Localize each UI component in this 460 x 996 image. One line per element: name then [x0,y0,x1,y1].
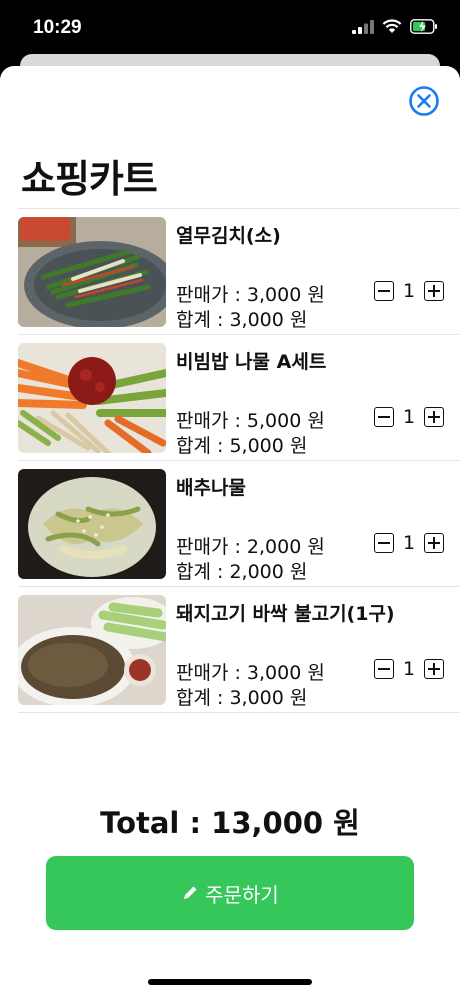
item-name: 비빔밥 나물 A세트 [176,351,327,373]
order-button[interactable]: 주문하기 [46,856,414,930]
page-title: 쇼핑카트 [21,157,158,201]
home-indicator [148,979,312,985]
cart-item: 비빔밥 나물 A세트 판매가 : 5,000 원 합계 : 5,000 원 1 [18,335,460,461]
quantity-value: 1 [402,658,416,680]
product-image-yeolmu-kimchi [18,217,166,327]
item-name: 열무김치(소) [176,225,281,247]
quantity-stepper: 1 [374,531,444,555]
item-price: 판매가 : 3,000 원 [176,662,325,684]
order-button-label: 주문하기 [205,882,279,907]
product-image-baechu-namul [18,469,166,579]
minus-icon [378,542,390,544]
close-icon [409,86,439,116]
quantity-stepper: 1 [374,405,444,429]
quantity-value: 1 [402,280,416,302]
increase-quantity-button[interactable] [424,533,444,553]
minus-icon [378,290,390,292]
quantity-value: 1 [402,406,416,428]
close-button[interactable] [408,85,440,117]
quantity-value: 1 [402,532,416,554]
decrease-quantity-button[interactable] [374,659,394,679]
product-image-pork-bulgogi [18,595,166,705]
quantity-stepper: 1 [374,657,444,681]
item-total: 합계 : 3,000 원 [176,309,308,331]
increase-quantity-button[interactable] [424,407,444,427]
product-image-bibimbap-namul [18,343,166,453]
minus-icon [378,668,390,670]
item-price: 판매가 : 2,000 원 [176,536,325,558]
quantity-stepper: 1 [374,279,444,303]
cart-item: 배추나물 판매가 : 2,000 원 합계 : 2,000 원 1 [18,461,460,587]
decrease-quantity-button[interactable] [374,407,394,427]
order-total: Total : 13,000 원 [100,806,360,840]
item-price: 판매가 : 3,000 원 [176,284,325,306]
wifi-icon [382,19,402,33]
battery-charging-icon [410,19,437,34]
item-price: 판매가 : 5,000 원 [176,410,325,432]
item-total: 합계 : 3,000 원 [176,687,308,709]
status-icons [352,19,438,34]
minus-icon [378,416,390,418]
status-bar: 10:29 [0,0,460,56]
decrease-quantity-button[interactable] [374,533,394,553]
decrease-quantity-button[interactable] [374,281,394,301]
item-name: 돼지고기 바싹 불고기(1구) [176,603,395,625]
cart-item: 돼지고기 바싹 불고기(1구) 판매가 : 3,000 원 합계 : 3,000… [18,587,460,713]
cart-item: 열무김치(소) 판매가 : 3,000 원 합계 : 3,000 원 1 [18,209,460,335]
increase-quantity-button[interactable] [424,281,444,301]
item-total: 합계 : 5,000 원 [176,435,308,457]
item-name: 배추나물 [176,477,246,499]
status-time: 10:29 [33,17,82,38]
cart-list: 열무김치(소) 판매가 : 3,000 원 합계 : 3,000 원 1 비빔밥… [18,208,460,713]
item-total: 합계 : 2,000 원 [176,561,308,583]
signal-icon [352,19,374,34]
increase-quantity-button[interactable] [424,659,444,679]
pencil-icon [184,886,197,899]
